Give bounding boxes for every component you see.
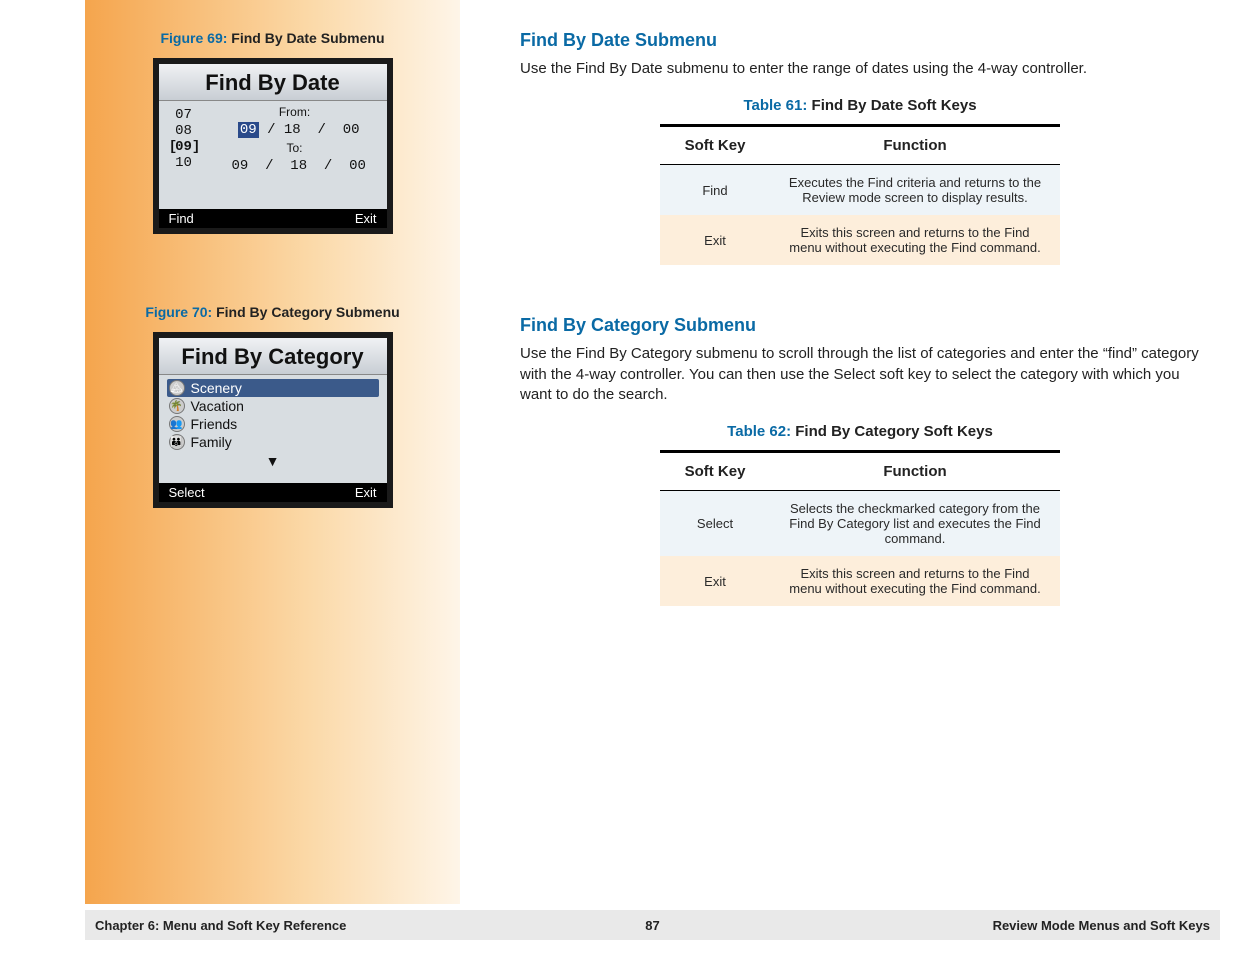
section1-title: Find By Date Submenu <box>520 30 1200 51</box>
chevron-down-icon: ▼ <box>167 453 379 469</box>
page-footer: Chapter 6: Menu and Soft Key Reference 8… <box>85 910 1220 940</box>
table61-label: Table 61: <box>743 97 807 114</box>
table61-title: Find By Date Soft Keys <box>812 97 977 114</box>
sidebar: Figure 69: Find By Date Submenu Find By … <box>85 0 460 904</box>
category-row: 👥 Friends <box>167 415 379 433</box>
from-year: 00 <box>343 122 360 138</box>
footer-left: Chapter 6: Menu and Soft Key Reference <box>95 918 346 933</box>
table61-caption: Table 61: Find By Date Soft Keys <box>520 97 1200 114</box>
section2-text: Use the Find By Category submenu to scro… <box>520 344 1200 405</box>
figure69-title: Find By Date Submenu <box>231 30 384 46</box>
category-row-selected: 🏔 Scenery <box>167 379 379 397</box>
figure70-title: Find By Category Submenu <box>216 304 400 320</box>
softkey-find: Find <box>169 211 194 226</box>
softkey-exit: Exit <box>355 485 377 500</box>
date-fields: From: 09 / 18 / 00 To: 09 / 18 / <box>203 103 381 207</box>
main-content: Find By Date Submenu Use the Find By Dat… <box>460 0 1235 904</box>
th-function: Function <box>770 452 1060 491</box>
footer-right: Review Mode Menus and Soft Keys <box>993 918 1210 933</box>
footer-page-number: 87 <box>645 918 659 933</box>
from-date: 09 / 18 / 00 <box>209 119 381 141</box>
screen2-body: 🏔 Scenery 🌴 Vacation 👥 Friends 👪 Family … <box>159 375 387 483</box>
table62-caption: Table 62: Find By Category Soft Keys <box>520 423 1200 440</box>
cell-func: Selects the checkmarked category from th… <box>770 491 1060 557</box>
figure70-label: Figure 70: <box>145 304 212 320</box>
softkey-exit: Exit <box>355 211 377 226</box>
section-find-by-date: Find By Date Submenu Use the Find By Dat… <box>520 30 1200 265</box>
screen1-footer: Find Exit <box>159 209 387 228</box>
table62: Soft Key Function Select Selects the che… <box>660 450 1060 606</box>
th-softkey: Soft Key <box>660 452 770 491</box>
from-month: 09 <box>238 122 259 138</box>
table-row: Exit Exits this screen and returns to th… <box>660 556 1060 606</box>
screen1-title: Find By Date <box>159 64 387 101</box>
th-function: Function <box>770 126 1060 165</box>
table-row: Select Selects the checkmarked category … <box>660 491 1060 557</box>
to-label: To: <box>209 141 381 155</box>
figure70-caption: Figure 70: Find By Category Submenu <box>105 304 440 320</box>
cell-key: Find <box>660 165 770 216</box>
to-day: 18 <box>290 158 307 174</box>
screen2-footer: Select Exit <box>159 483 387 502</box>
th-softkey: Soft Key <box>660 126 770 165</box>
category-icon: 👪 <box>169 434 185 450</box>
from-day: 18 <box>284 122 301 138</box>
cell-key: Exit <box>660 556 770 606</box>
table61: Soft Key Function Find Executes the Find… <box>660 124 1060 265</box>
category-icon: 🌴 <box>169 398 185 414</box>
to-month: 09 <box>231 158 248 174</box>
wheel-row: 07 <box>165 107 203 123</box>
table-row: Find Executes the Find criteria and retu… <box>660 165 1060 216</box>
section1-text: Use the Find By Date submenu to enter th… <box>520 59 1200 79</box>
table-header-row: Soft Key Function <box>660 452 1060 491</box>
category-label: Friends <box>191 416 238 432</box>
section-find-by-category: Find By Category Submenu Use the Find By… <box>520 315 1200 606</box>
category-row: 👪 Family <box>167 433 379 451</box>
table-row: Exit Exits this screen and returns to th… <box>660 215 1060 265</box>
wheel-row: 10 <box>165 155 203 171</box>
category-label: Vacation <box>191 398 244 414</box>
cell-func: Exits this screen and returns to the Fin… <box>770 556 1060 606</box>
table62-label: Table 62: <box>727 423 791 440</box>
to-year: 00 <box>349 158 366 174</box>
category-icon: 👥 <box>169 416 185 432</box>
page: Figure 69: Find By Date Submenu Find By … <box>0 0 1235 904</box>
from-label: From: <box>209 105 381 119</box>
cell-func: Executes the Find criteria and returns t… <box>770 165 1060 216</box>
screen1-body: 07 08 [09] 10 From: 09 / 18 / 00 To: <box>159 101 387 209</box>
table-header-row: Soft Key Function <box>660 126 1060 165</box>
cell-func: Exits this screen and returns to the Fin… <box>770 215 1060 265</box>
figure69-caption: Figure 69: Find By Date Submenu <box>105 30 440 46</box>
category-label: Family <box>191 434 232 450</box>
screen2-title: Find By Category <box>159 338 387 375</box>
cell-key: Select <box>660 491 770 557</box>
screen-find-by-date: Find By Date 07 08 [09] 10 From: 09 / 18… <box>153 58 393 234</box>
screen-find-by-category: Find By Category 🏔 Scenery 🌴 Vacation 👥 … <box>153 332 393 508</box>
category-icon: 🏔 <box>169 380 185 396</box>
wheel-row: 08 <box>165 123 203 139</box>
date-wheel: 07 08 [09] 10 <box>165 103 203 207</box>
wheel-row-selected: [09] <box>165 139 203 155</box>
section2-title: Find By Category Submenu <box>520 315 1200 336</box>
cell-key: Exit <box>660 215 770 265</box>
category-row: 🌴 Vacation <box>167 397 379 415</box>
figure69-label: Figure 69: <box>160 30 227 46</box>
softkey-select: Select <box>169 485 205 500</box>
to-date: 09 / 18 / 00 <box>209 155 381 177</box>
category-label: Scenery <box>191 380 242 396</box>
table62-title: Find By Category Soft Keys <box>795 423 993 440</box>
